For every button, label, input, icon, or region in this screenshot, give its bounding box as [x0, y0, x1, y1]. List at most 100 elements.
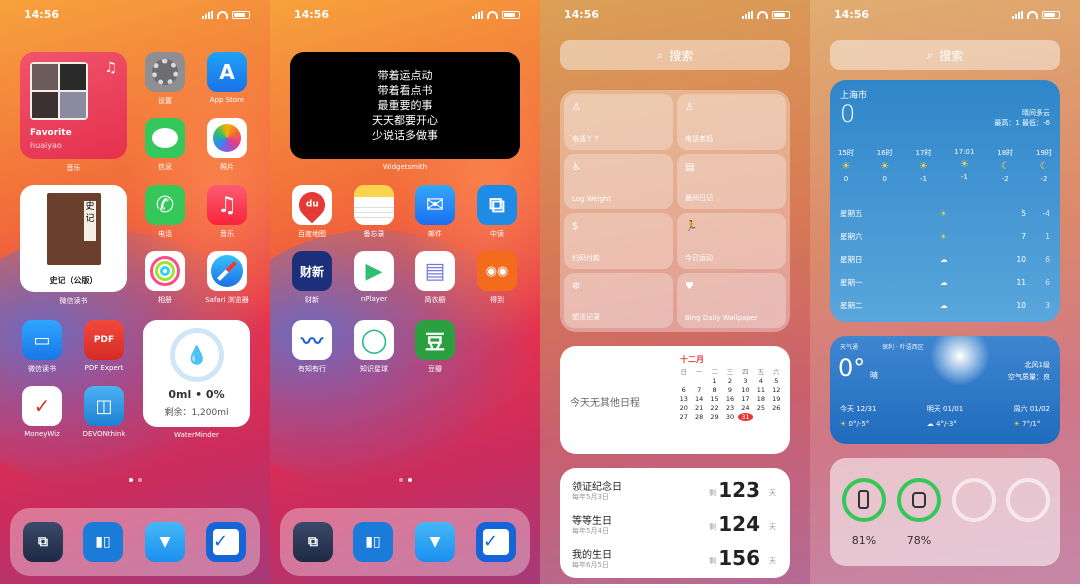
trello-icon[interactable]: ▮▯: [83, 522, 123, 562]
widgetsmith-widget[interactable]: 带着运点动 带着看点书 最重要的事 天天都要开心 少说话多做事: [290, 52, 520, 159]
wechat-read-widget[interactable]: 史记 史记（公版）: [20, 185, 127, 292]
calendar-day[interactable]: 20: [676, 404, 691, 412]
shortcut-today-workout[interactable]: 🏃 今日运动: [677, 213, 786, 269]
app-pdf-expert[interactable]: PDF PDF Expert: [74, 320, 134, 372]
music-widget[interactable]: ♫ Favorite huaiyao: [20, 52, 127, 159]
shortcut-scan-pay[interactable]: $ 扫码付款: [564, 213, 673, 269]
search-bar[interactable]: ⌕ 搜索: [830, 40, 1060, 70]
app-messages[interactable]: 信息: [135, 118, 195, 172]
app-mail[interactable]: ✉ 邮件: [405, 185, 465, 239]
calendar-day[interactable]: 15: [707, 395, 722, 403]
calendar-day[interactable]: 13: [676, 395, 691, 403]
shortcut-bing-wallpaper[interactable]: ♥ Bing Daily Wallpaper: [677, 272, 786, 328]
calendar-day[interactable]: 9: [722, 386, 737, 394]
weather-widget-2[interactable]: 天气通 保利 · 叶语西区 0° 晴 北风1级 空气质量：良 今天 12/31 ☀…: [830, 336, 1060, 444]
calendar-day[interactable]: 2: [722, 377, 737, 385]
calendar-day[interactable]: 22: [707, 404, 722, 412]
day-high: 10: [1016, 255, 1026, 264]
batteries-widget[interactable]: 81% 78%: [830, 458, 1060, 566]
calendar-day: [769, 413, 784, 421]
shortcut-morning-diary[interactable]: ▤ 晨间日记: [677, 153, 786, 209]
app-zsxq[interactable]: ◯ 知识星球: [344, 320, 404, 374]
calendar-day[interactable]: 5: [769, 377, 784, 385]
calendar-day[interactable]: 28: [691, 413, 706, 421]
app-dedao[interactable]: ◉◉ 得到: [467, 251, 527, 305]
calendar-day[interactable]: 24: [738, 404, 753, 412]
app-youzhiyouxing[interactable]: 〰有知有行: [282, 320, 342, 374]
heart-icon: ♥: [685, 280, 694, 292]
calendar-day[interactable]: 14: [691, 395, 706, 403]
app-safari[interactable]: Safari 浏览器: [197, 251, 257, 305]
calendar-day[interactable]: 21: [691, 404, 706, 412]
app-fitness[interactable]: 相册: [135, 251, 195, 305]
search-bar[interactable]: ⌕ 搜索: [560, 40, 790, 70]
bookmark-icon[interactable]: ▼: [145, 522, 185, 562]
trello-icon[interactable]: ▮▯: [353, 522, 393, 562]
bookmark-icon[interactable]: ▼: [415, 522, 455, 562]
calendar-day[interactable]: 1: [707, 377, 722, 385]
app-phone[interactable]: ✆ 电话: [135, 185, 195, 239]
calendar-day[interactable]: 29: [707, 413, 722, 421]
app-wardrobe[interactable]: ▤ 简衣橱: [405, 251, 465, 305]
app-notes[interactable]: 备忘录: [344, 185, 404, 239]
app-photos[interactable]: 照片: [197, 118, 257, 172]
dock: ⧉ ▮▯ ▼ ✓: [280, 508, 530, 576]
forecast-range-text: 7°/1°: [1022, 420, 1041, 428]
calendar-day[interactable]: 4: [753, 377, 768, 385]
app-douban[interactable]: 豆豆瓣: [405, 320, 465, 374]
calendar-day[interactable]: 3: [738, 377, 753, 385]
search-placeholder: 搜索: [939, 48, 964, 63]
weather-widget[interactable]: 上海市 0 晴间多云 最高：1 最低：-6 15时 ☀ 0 16时 ☀ 0 17时 ☀ -1 17…: [830, 80, 1060, 322]
app-moneywiz[interactable]: ✓ MoneyWiz: [12, 386, 72, 438]
waterminder-widget[interactable]: 💧 0ml • 0% 剩余：1,200ml: [143, 320, 250, 427]
calendar-day[interactable]: 23: [722, 404, 737, 412]
calendar-day[interactable]: 7: [691, 386, 706, 394]
scrivener-icon[interactable]: ⧉: [23, 522, 63, 562]
shortcut-idea-log[interactable]: ✲ 想法记录: [564, 272, 673, 328]
app-devonthink[interactable]: ◫ DEVONthink: [74, 386, 134, 438]
things-icon[interactable]: ✓: [206, 522, 246, 562]
calendar-day[interactable]: 25: [753, 404, 768, 412]
calendar-day[interactable]: 16: [722, 395, 737, 403]
shortcut-call-mom[interactable]: ♙ 电话老妈: [677, 94, 786, 150]
calendar-day[interactable]: 8: [707, 386, 722, 394]
calendar-day[interactable]: 30: [722, 413, 737, 421]
app-caixin[interactable]: 财新 财新: [282, 251, 342, 305]
status-time: 14:56: [294, 8, 330, 21]
countdown-widget[interactable]: 领证纪念日 每年5月3日剩 123 天 等等生日 每年5月4日剩 124 天 我的生日 每年6…: [560, 468, 790, 578]
app-label: 财新: [305, 296, 319, 304]
calendar-day[interactable]: 31: [737, 413, 754, 421]
shortcuts-widget: ♙ 电话丫丫 ♙ 电话老妈 ♿ Log Weight ▤ 晨间日记 $ 扫码付款 🏃 今日运…: [560, 90, 790, 332]
shortcut-call-yaya[interactable]: ♙ 电话丫丫: [564, 94, 673, 150]
calendar-day[interactable]: 18: [753, 395, 768, 403]
battery-icon: [1042, 11, 1060, 19]
shortcut-label: Bing Daily Wallpaper: [685, 314, 758, 322]
shortcut-log-weight[interactable]: ♿ Log Weight: [564, 153, 673, 209]
page-indicator[interactable]: [0, 478, 270, 482]
app-nplayer[interactable]: ▶ nPlayer: [344, 251, 404, 303]
calendar-day[interactable]: 10: [738, 386, 753, 394]
calendar-day[interactable]: 11: [753, 386, 768, 394]
scrivener-icon[interactable]: ⧉: [293, 522, 333, 562]
countdown-name: 领证纪念日: [572, 482, 622, 493]
weather-icon: ☀: [918, 161, 928, 172]
app-settings[interactable]: 设置: [135, 52, 195, 106]
app-app-store[interactable]: A App Store: [197, 52, 257, 104]
calendar-day[interactable]: 17: [738, 395, 753, 403]
app-label: 音乐: [220, 230, 234, 238]
calendar-day: [676, 377, 691, 385]
page-indicator[interactable]: [270, 478, 540, 482]
calendar-day[interactable]: 6: [676, 386, 691, 394]
calendar-day[interactable]: 26: [769, 404, 784, 412]
calendar-day[interactable]: 12: [769, 386, 784, 394]
calendar-day[interactable]: 27: [676, 413, 691, 421]
signal-icon: [742, 11, 753, 19]
calendar-widget[interactable]: 今天无其他日程 十二月 日一二三四五六 1 2 3 4 5 6 7 8 9 10 11 12 13 14 15…: [560, 346, 790, 454]
app-music[interactable]: ♫ 音乐: [197, 185, 257, 239]
app-wechat-read[interactable]: ▭ 微信读书: [12, 320, 72, 374]
things-icon[interactable]: ✓: [476, 522, 516, 562]
calendar-day[interactable]: 19: [769, 395, 784, 403]
youzhiyouxing-icon: 〰: [292, 320, 332, 360]
app-baidu-map[interactable]: du 百度地图: [282, 185, 342, 239]
app-zhongdu[interactable]: ⧉ 中读: [467, 185, 527, 239]
